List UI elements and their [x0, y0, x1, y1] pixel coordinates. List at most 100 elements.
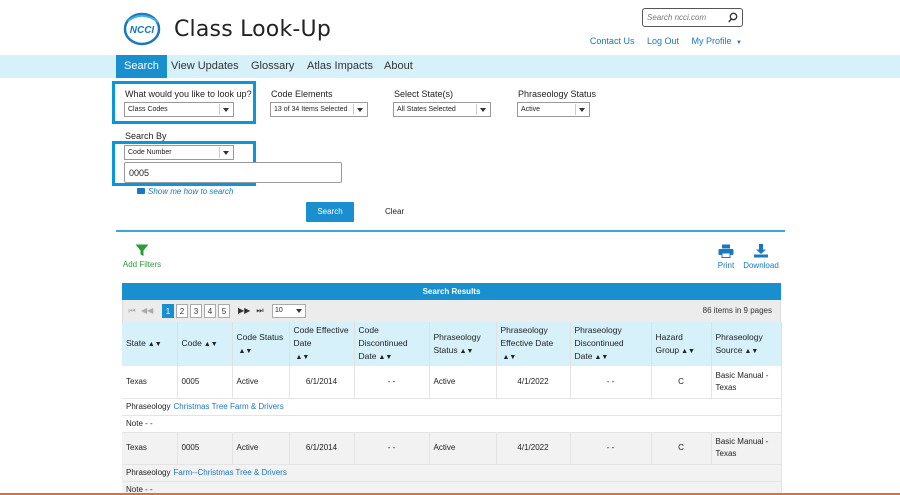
- cell-code-effective-date: 6/1/2014: [289, 366, 355, 399]
- phraseology-link[interactable]: Farm--Christmas Tree & Drivers: [173, 468, 286, 477]
- sort-icon[interactable]: ▲▼: [594, 354, 608, 361]
- phraseology-label: Phraseology: [126, 467, 171, 477]
- site-search-input[interactable]: Search ncci.com: [642, 8, 743, 27]
- col-phraseology-source[interactable]: Phraseology Source ▲▼: [711, 322, 782, 366]
- table-row[interactable]: Texas 0005 Active 6/1/2014 - - Active 4/…: [122, 432, 782, 465]
- cell-code-discontinued-date: - -: [354, 432, 430, 465]
- sort-icon[interactable]: ▲▼: [378, 354, 392, 361]
- col-phraseology-discontinued-date[interactable]: Phraseology Discontinued Date ▲▼: [570, 322, 652, 366]
- cell-phraseology-source: Basic Manual - Texas: [711, 432, 782, 465]
- cell-hazard-group: C: [651, 366, 712, 399]
- phraseology-link[interactable]: Christmas Tree Farm & Drivers: [173, 402, 283, 411]
- cell-code-discontinued-date: - -: [354, 366, 430, 399]
- col-label: Code Effective Date: [293, 325, 349, 348]
- lookup-value: Class Codes: [128, 106, 168, 113]
- cell-code: 0005: [177, 432, 233, 465]
- phraseology-status-label: Phraseology Status: [518, 89, 597, 99]
- code-number-input[interactable]: 0005: [124, 162, 342, 183]
- cell-phraseology-source: Basic Manual - Texas: [711, 366, 782, 399]
- note-row: Note - -: [122, 415, 782, 433]
- search-by-value: Code Number: [128, 149, 172, 156]
- page-3[interactable]: 3: [190, 304, 202, 318]
- col-label: Phraseology Effective Date: [500, 325, 554, 348]
- video-icon: [137, 188, 145, 194]
- results-title: Search Results: [122, 283, 781, 300]
- col-state[interactable]: State ▲▼: [122, 322, 178, 366]
- col-label: Hazard Group: [655, 331, 683, 355]
- tab-view-updates[interactable]: View Updates: [163, 55, 247, 78]
- sort-icon[interactable]: ▲▼: [204, 341, 218, 348]
- sort-icon[interactable]: ▲▼: [503, 354, 517, 361]
- how-to-search-link[interactable]: Show me how to search: [137, 187, 233, 196]
- col-label: Code: [181, 338, 202, 348]
- printer-icon: [718, 244, 734, 258]
- states-select[interactable]: All States Selected: [393, 102, 491, 117]
- log-out-link[interactable]: Log Out: [647, 36, 679, 46]
- col-code[interactable]: Code ▲▼: [177, 322, 233, 366]
- col-code-effective-date[interactable]: Code Effective Date ▲▼: [289, 322, 355, 366]
- chevron-down-icon: [223, 108, 229, 112]
- contact-us-link[interactable]: Contact Us: [590, 36, 635, 46]
- last-page-icon[interactable]: ⏭: [254, 304, 266, 318]
- per-page-select[interactable]: 10: [272, 304, 306, 318]
- add-filters-label: Add Filters: [122, 260, 162, 269]
- tab-atlas-impacts[interactable]: Atlas Impacts: [299, 55, 381, 78]
- search-by-select[interactable]: Code Number: [124, 145, 234, 160]
- add-filters-button[interactable]: Add Filters: [120, 244, 164, 269]
- cell-code: 0005: [177, 366, 233, 399]
- download-icon: [754, 244, 768, 258]
- select-divider: [353, 104, 354, 115]
- next-page-icon[interactable]: ▶▶: [238, 304, 250, 318]
- chevron-down-icon: [480, 108, 486, 112]
- code-elements-value: 13 of 34 Items Selected: [274, 106, 348, 113]
- page-2[interactable]: 2: [176, 304, 188, 318]
- clear-button[interactable]: Clear: [385, 207, 404, 216]
- phraseology-row: Phraseology Christmas Tree Farm & Drivers: [122, 398, 782, 416]
- sort-icon[interactable]: ▲▼: [744, 348, 758, 355]
- sort-icon[interactable]: ▲▼: [460, 348, 474, 355]
- chevron-down-icon: [296, 309, 302, 313]
- pagination-bar: ⏮ ◀◀ 1 2 3 4 5 ▶▶ ⏭ 10 86 items in 9 pag…: [122, 300, 781, 322]
- sort-icon[interactable]: ▲▼: [681, 348, 695, 355]
- sort-icon[interactable]: ▲▼: [148, 341, 162, 348]
- chevron-down-icon: ▼: [736, 40, 742, 46]
- col-hazard-group[interactable]: Hazard Group ▲▼: [651, 322, 712, 366]
- cell-hazard-group: C: [651, 432, 712, 465]
- page-5[interactable]: 5: [218, 304, 230, 318]
- search-button[interactable]: Search: [306, 202, 354, 222]
- tab-about[interactable]: About: [376, 55, 421, 78]
- download-button[interactable]: Download: [740, 244, 782, 270]
- cell-phraseology-status: Active: [429, 432, 497, 465]
- col-code-status[interactable]: Code Status ▲▼: [232, 322, 290, 366]
- results-table: State ▲▼ Code ▲▼ Code Status ▲▼ Code Effect…: [122, 322, 782, 495]
- table-row[interactable]: Texas 0005 Active 6/1/2014 - - Active 4/…: [122, 366, 782, 399]
- lookup-select[interactable]: Class Codes: [124, 102, 234, 117]
- phraseology-status-value: Active: [521, 106, 541, 113]
- tab-glossary[interactable]: Glossary: [243, 55, 302, 78]
- ncci-logo[interactable]: NCCI: [122, 12, 162, 46]
- logo-text: NCCI: [130, 25, 155, 36]
- phraseology-status-select[interactable]: Active: [517, 102, 590, 117]
- chevron-down-icon: [357, 108, 363, 112]
- search-icon[interactable]: [728, 12, 738, 23]
- filter-icon: [135, 244, 149, 256]
- my-profile-link[interactable]: My Profile ▼: [692, 36, 742, 46]
- page-4[interactable]: 4: [204, 304, 216, 318]
- first-page-icon[interactable]: ⏮: [126, 304, 138, 318]
- col-phraseology-status[interactable]: Phraseology Status ▲▼: [429, 322, 497, 366]
- sort-icon[interactable]: ▲▼: [296, 354, 310, 361]
- col-phraseology-effective-date[interactable]: Phraseology Effective Date ▲▼: [496, 322, 571, 366]
- prev-page-icon[interactable]: ◀◀: [141, 304, 153, 318]
- states-label: Select State(s): [394, 89, 454, 99]
- page-1[interactable]: 1: [162, 304, 174, 318]
- col-label: Phraseology Status: [433, 331, 481, 355]
- top-links: Contact Us Log Out My Profile ▼: [590, 36, 742, 46]
- search-placeholder: Search ncci.com: [647, 13, 707, 22]
- col-code-discontinued-date[interactable]: Code Discontinued Date ▲▼: [354, 322, 430, 366]
- print-button[interactable]: Print: [713, 244, 739, 270]
- chevron-down-icon: [579, 108, 585, 112]
- code-elements-select[interactable]: 13 of 34 Items Selected: [270, 102, 368, 117]
- note-label: Note: [126, 418, 143, 428]
- sort-icon[interactable]: ▲▼: [239, 348, 253, 355]
- tab-search[interactable]: Search: [116, 55, 167, 78]
